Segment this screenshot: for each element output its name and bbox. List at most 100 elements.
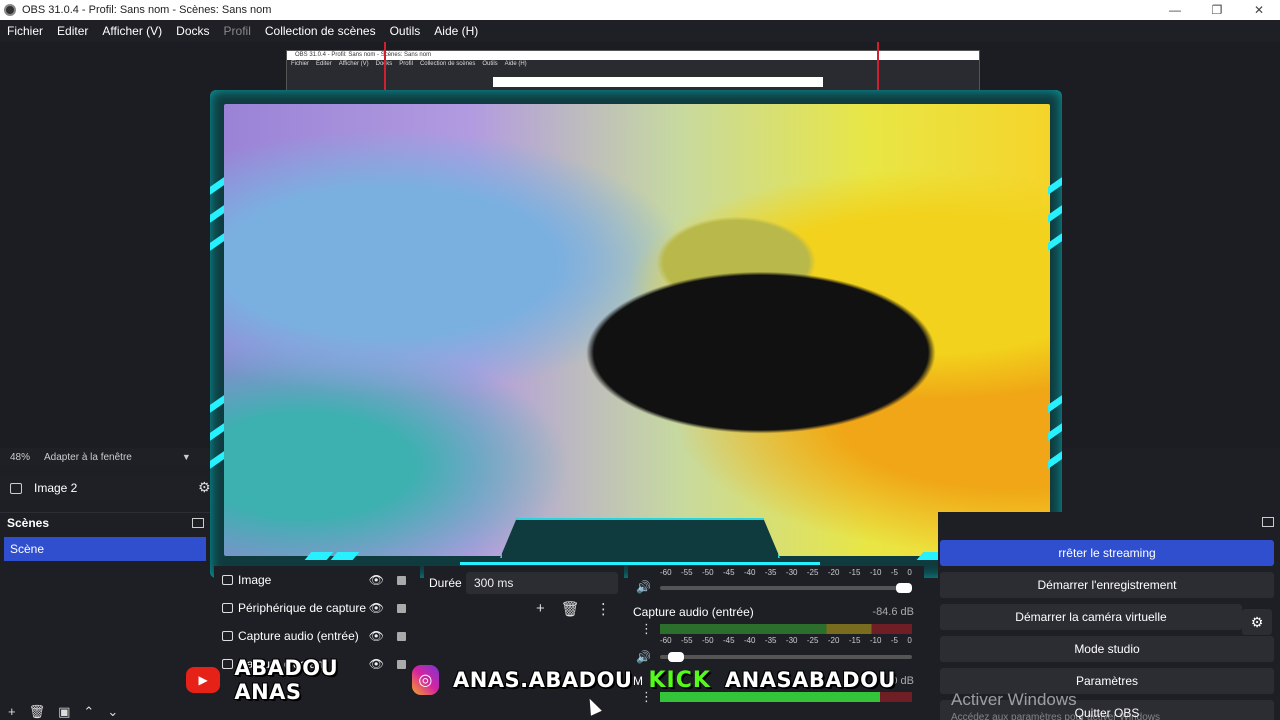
tick-label: -25 [806, 636, 819, 645]
youtube-icon: ▶ [186, 667, 221, 693]
frame-ticks-right-low [1048, 395, 1062, 484]
undock-icon[interactable] [192, 518, 204, 528]
nested-title: OBS 31.0.4 - Profil: Sans nom - Scènes: … [287, 51, 979, 60]
tick-label: -5 [890, 568, 898, 577]
tick-label: -35 [764, 568, 777, 577]
menu-fichier[interactable]: Fichier [7, 24, 43, 38]
slider-handle[interactable] [668, 652, 684, 662]
tick-label: -55 [680, 636, 693, 645]
move-down-icon[interactable]: ⌄ [107, 704, 118, 720]
activation-watermark-sub: Accédez aux paramètres pour activer Wind… [951, 712, 1160, 720]
image-icon [222, 575, 233, 585]
tick-label: -15 [848, 568, 861, 577]
zoom-mode-select[interactable]: Adapter à la fenêtre [44, 452, 132, 463]
tick-label: -60 [660, 568, 672, 577]
nested-menu-item: Afficher (V) [338, 61, 369, 67]
studio-mode-button[interactable]: Mode studio [940, 636, 1274, 662]
tick-label: -55 [680, 568, 693, 577]
trash-icon[interactable]: 🗑 [561, 600, 580, 618]
source-row[interactable]: Capture audio (entrée) 👁 [214, 622, 420, 650]
undock-icon[interactable] [1262, 517, 1274, 527]
tick-label: -10 [869, 636, 882, 645]
selected-source-name: Image 2 [34, 481, 78, 495]
tick-label: -35 [764, 636, 777, 645]
tick-label: -50 [701, 636, 714, 645]
add-icon[interactable]: + [536, 600, 545, 618]
social-overlay: ▶ ABADOU ANAS ◎ ANAS.ABADOU KICK ANASABA… [186, 656, 896, 704]
slider-handle[interactable] [896, 583, 912, 593]
menu-docks[interactable]: Docks [176, 24, 209, 38]
kick-logo: KICK [648, 667, 711, 693]
duration-label: Durée [429, 576, 462, 590]
frame-ticks-right [1048, 177, 1062, 266]
trash-icon[interactable]: 🗑 [29, 704, 46, 720]
tick-label: -5 [890, 636, 898, 645]
more-icon[interactable]: ⋮ [640, 622, 653, 635]
window-title: OBS 31.0.4 - Profil: Sans nom - Scènes: … [22, 4, 272, 16]
tick-label: -45 [722, 568, 735, 577]
filter-icon[interactable]: ▣ [58, 704, 70, 720]
menu-aide[interactable]: Aide (H) [434, 24, 478, 38]
activation-watermark: Activer Windows [951, 690, 1077, 709]
tick-label: -20 [827, 636, 840, 645]
tick-label: -30 [785, 568, 798, 577]
close-button[interactable]: ✕ [1238, 0, 1280, 20]
volume-slider[interactable] [660, 652, 912, 662]
guide-line [384, 42, 386, 92]
microphone-icon [222, 631, 233, 641]
menu-afficher[interactable]: Afficher (V) [102, 24, 162, 38]
source-row[interactable]: Périphérique de capture 👁 [214, 594, 420, 622]
source-row[interactable]: Image 👁 [214, 566, 420, 594]
nested-menu-item: Outils [482, 61, 498, 67]
start-recording-button[interactable]: Démarrer l'enregistrement [940, 572, 1274, 598]
add-icon[interactable]: + [8, 704, 16, 720]
frame-ticks-left-low [210, 395, 224, 484]
channel-name: Capture audio (entrée) [633, 605, 754, 619]
lock-icon[interactable] [397, 575, 406, 585]
menu-outils[interactable]: Outils [390, 24, 421, 38]
nested-menu-item: Profil [399, 61, 413, 67]
source-label: Périphérique de capture [238, 601, 367, 615]
tick-label: -15 [848, 636, 861, 645]
stop-streaming-button[interactable]: rrêter le streaming [940, 540, 1274, 566]
image-icon [10, 482, 22, 494]
scene-item[interactable]: Scène [4, 537, 206, 561]
channel-db: -84.6 dB [872, 606, 914, 618]
frame-glow-line [460, 562, 820, 565]
tick-label: 0 [907, 568, 912, 577]
nested-menu: Fichier Editer Afficher (V) Docks Profil… [287, 60, 979, 69]
menu-editer[interactable]: Editer [57, 24, 88, 38]
webcam-feed [224, 104, 1050, 556]
more-icon[interactable]: ⋮ [596, 600, 611, 618]
menu-profil[interactable]: Profil [224, 24, 251, 38]
window-controls: — ❐ ✕ [1154, 0, 1280, 20]
tick-label: -60 [660, 636, 672, 645]
title-bar: OBS 31.0.4 - Profil: Sans nom - Scènes: … [0, 0, 1280, 20]
tick-label: 0 [907, 636, 912, 645]
scenes-dock-header: Scènes [0, 513, 210, 533]
lock-icon[interactable] [397, 603, 406, 613]
start-virtual-camera-button[interactable]: Démarrer la caméra virtuelle [940, 604, 1242, 630]
tick-label: -25 [806, 568, 819, 577]
duration-input[interactable]: 300 ms [466, 572, 618, 594]
volume-slider[interactable] [660, 583, 912, 593]
restore-button[interactable]: ❐ [1196, 0, 1238, 20]
menu-collection-scenes[interactable]: Collection de scènes [265, 24, 376, 38]
webcam-frame[interactable] [210, 90, 1062, 578]
scenes-toolbar: + 🗑 ▣ ⌃ ⌄ [0, 704, 210, 720]
gear-icon[interactable]: ⚙ [1242, 609, 1272, 635]
minimize-button[interactable]: — [1154, 0, 1196, 20]
scenes-title: Scènes [7, 516, 50, 530]
frame-bottom-cap [500, 518, 780, 558]
volume-icon[interactable]: 🔊 [636, 580, 651, 594]
move-up-icon[interactable]: ⌃ [83, 704, 94, 720]
eye-icon[interactable]: 👁 [369, 601, 384, 615]
instagram-handle: ANAS.ABADOU [452, 668, 633, 692]
lock-icon[interactable] [397, 631, 406, 641]
eye-icon[interactable]: 👁 [369, 573, 384, 587]
tick-label: -40 [743, 568, 756, 577]
gear-icon[interactable]: ⚙ [198, 479, 211, 496]
level-meter [660, 624, 912, 634]
eye-icon[interactable]: 👁 [369, 629, 384, 643]
chevron-down-icon[interactable]: ▼ [182, 452, 191, 462]
